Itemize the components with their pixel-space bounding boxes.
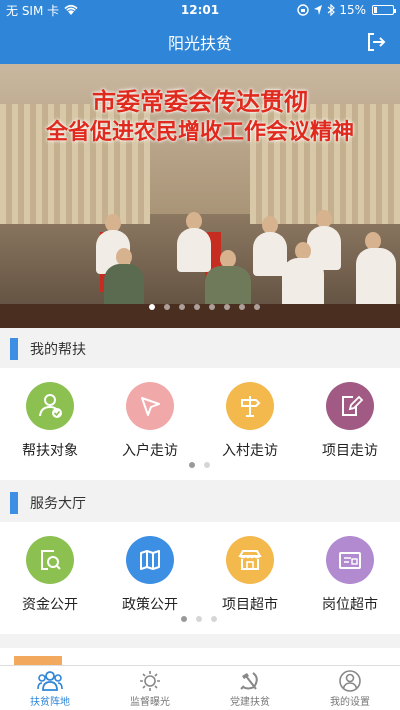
tab-poverty-front[interactable]: 扶贫阵地 (0, 666, 100, 710)
grid-item-project-market[interactable]: 项目超市 (200, 536, 300, 614)
battery-percent: 15% (339, 3, 366, 17)
tab-label: 监督曝光 (130, 697, 170, 708)
grid-item-village-visit[interactable]: 入村走访 (200, 382, 300, 460)
signpost-icon (226, 382, 274, 430)
grid-label: 资金公开 (22, 597, 78, 613)
logout-icon[interactable] (364, 30, 388, 54)
grid-item-home-visit[interactable]: 入户走访 (100, 382, 200, 460)
banner-page-dot (194, 304, 200, 310)
tab-supervision[interactable]: 监督曝光 (100, 666, 200, 710)
battery-fill (374, 7, 377, 13)
grid-label: 岗位超市 (322, 597, 378, 613)
tab-label: 扶贫阵地 (30, 697, 70, 708)
page-title: 阳光扶贫 (167, 34, 232, 53)
lock-rotation-icon (297, 4, 310, 16)
service-page-dot (211, 616, 217, 622)
service-page-dot (181, 616, 187, 622)
help-pagination (189, 462, 210, 468)
banner-page-dot (224, 304, 230, 310)
banner-page-dot (179, 304, 185, 310)
banner-carousel[interactable]: 市委常委会传达贯彻 全省促进农民增收工作会议精神 (0, 64, 400, 328)
banner-pagination (149, 304, 260, 310)
status-left: 无 SIM 卡 (6, 2, 79, 19)
grid-label: 项目走访 (322, 443, 378, 459)
banner-page-dot (254, 304, 260, 310)
grid-item-policy-disclosure[interactable]: 政策公开 (100, 536, 200, 614)
banner-title-line2: 全省促进农民增收工作会议精神 (45, 119, 354, 145)
banner-page-dot (149, 304, 155, 310)
service-pagination (181, 616, 217, 622)
group-icon (0, 670, 100, 692)
location-icon (314, 5, 323, 15)
tab-label: 党建扶贫 (230, 697, 270, 708)
section-accent-bar (10, 492, 18, 514)
hammer-sickle-icon (200, 670, 300, 692)
battery-icon (372, 5, 396, 15)
section-title: 我的帮扶 (30, 342, 86, 358)
banner-person (356, 248, 396, 308)
service-grid: 资金公开 政策公开 项目超市 岗位超市 (0, 522, 400, 634)
section-title: 服务大厅 (30, 496, 86, 512)
grid-label: 入村走访 (222, 443, 278, 459)
wifi-icon (64, 4, 78, 15)
carrier-label: 无 SIM 卡 (6, 3, 60, 18)
grid-label: 帮扶对象 (22, 443, 78, 459)
sun-icon (100, 670, 200, 692)
tab-party-building[interactable]: 党建扶贫 (200, 666, 300, 710)
edit-document-icon (326, 382, 374, 430)
section-accent-bar (10, 338, 18, 360)
map-icon (126, 536, 174, 584)
grid-label: 入户走访 (122, 443, 178, 459)
banner-page-dot (239, 304, 245, 310)
help-page-dot (189, 462, 195, 468)
job-card-icon (326, 536, 374, 584)
section-header-service-hall: 服务大厅 (0, 486, 400, 520)
store-icon (226, 536, 274, 584)
nav-bar: 阳光扶贫 (0, 20, 400, 64)
person-check-icon (26, 382, 74, 430)
grid-item-project-visit[interactable]: 项目走访 (300, 382, 400, 460)
banner-person (177, 228, 211, 272)
search-document-icon (26, 536, 74, 584)
grid-label: 政策公开 (122, 597, 178, 613)
location-arrow-icon (126, 382, 174, 430)
tab-my-settings[interactable]: 我的设置 (300, 666, 400, 710)
grid-item-fund-disclosure[interactable]: 资金公开 (0, 536, 100, 614)
banner-title-line1: 市委常委会传达贯彻 (92, 87, 308, 116)
status-right: 15% (297, 3, 396, 17)
service-page-dot (196, 616, 202, 622)
tab-bar: 扶贫阵地 监督曝光 党建扶贫 我的设置 (0, 665, 400, 710)
tab-label: 我的设置 (330, 697, 370, 708)
grid-item-help-targets[interactable]: 帮扶对象 (0, 382, 100, 460)
bluetooth-icon (327, 4, 336, 16)
user-icon (300, 670, 400, 692)
banner-page-dot (164, 304, 170, 310)
section-header-my-help: 我的帮扶 (0, 332, 400, 366)
help-grid: 帮扶对象 入户走访 入村走访 项目走访 (0, 368, 400, 480)
banner-page-dot (209, 304, 215, 310)
help-page-dot (204, 462, 210, 468)
grid-item-job-market[interactable]: 岗位超市 (300, 536, 400, 614)
grid-label: 项目超市 (222, 597, 278, 613)
status-bar: 无 SIM 卡 12:01 15% (0, 0, 400, 20)
